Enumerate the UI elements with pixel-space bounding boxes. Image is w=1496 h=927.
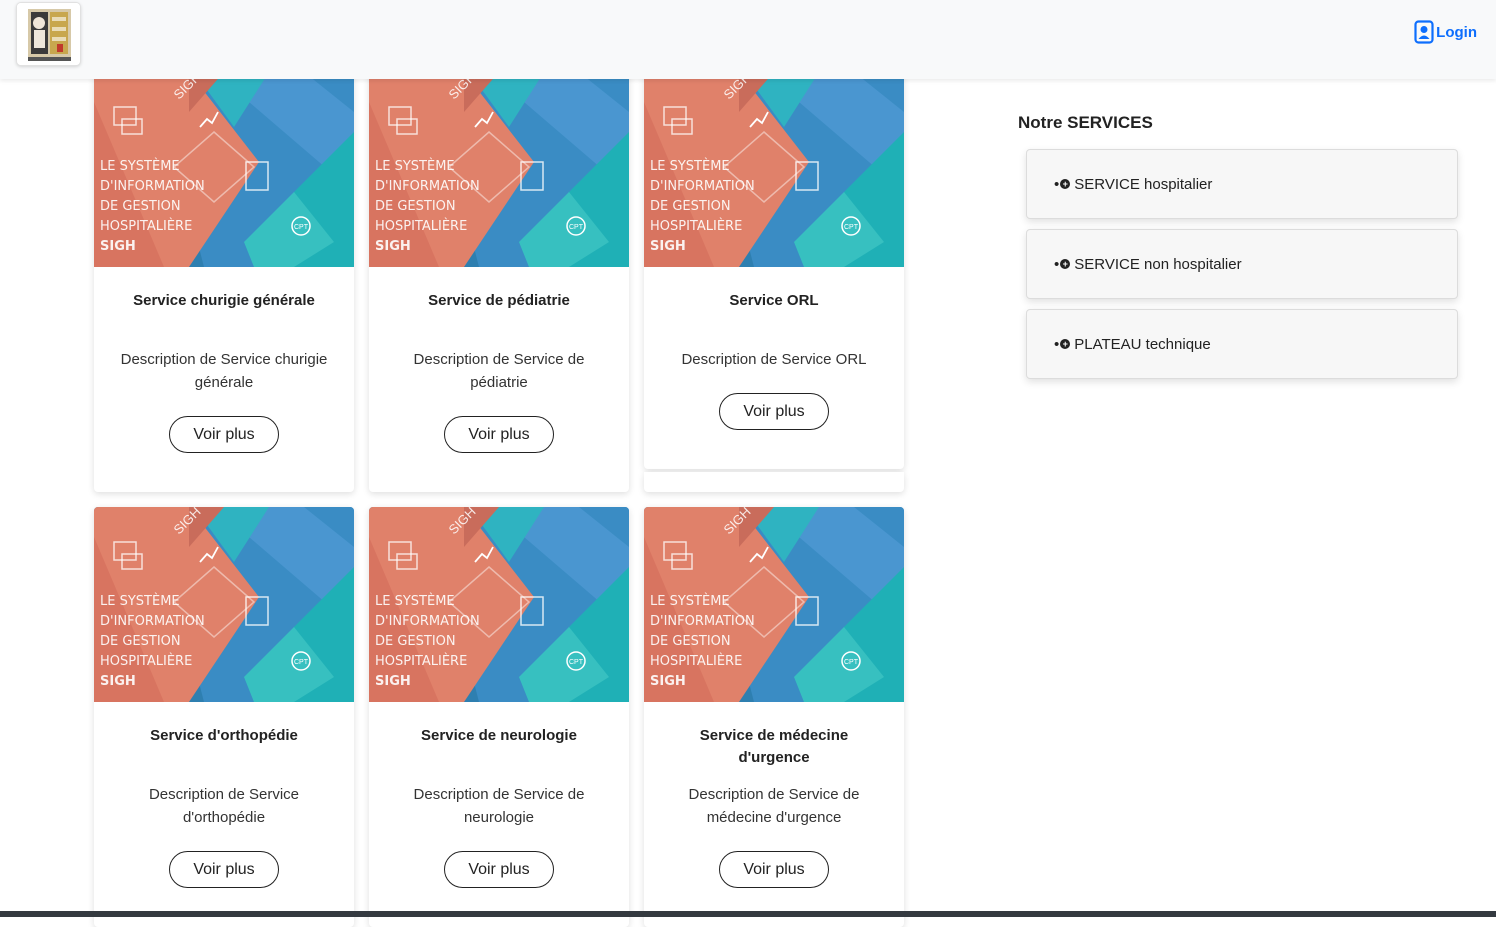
plus-circle-icon: + <box>1060 339 1071 349</box>
card-image: CPT SIGH LE SYSTÈME D'INFORMATION DE GES… <box>94 72 354 267</box>
banner-line-4: HOSPITALIÈRE <box>100 218 192 234</box>
card-title-line-2: d'urgence <box>738 749 810 766</box>
card-description-line-1: Description de Service churigie <box>120 351 328 368</box>
banner-badge: CPT <box>569 224 584 231</box>
sigh-banner-image: CPT SIGH LE SYSTÈME D'INFORMATION DE GES… <box>94 72 354 267</box>
sidebar-item-plateau-technique[interactable]: • + PLATEAU technique <box>1026 309 1458 379</box>
card-image: CPT SIGH LE SYSTÈME D'INFORMATION DE GES… <box>369 507 629 702</box>
sigh-banner-image: CPT SIGH LE SYSTÈME D'INFORMATION DE GES… <box>644 72 904 267</box>
card-title-line-1: Service de médecine <box>699 727 849 744</box>
service-card: CPT SIGH LE SYSTÈME D'INFORMATION DE GES… <box>94 72 354 492</box>
bullet-icon: • <box>1054 255 1060 273</box>
card-description-line-2: générale <box>194 374 254 391</box>
card-description-line-2: neurologie <box>463 809 535 826</box>
bullet-icon: • <box>1054 175 1060 193</box>
banner-line-3: DE GESTION <box>650 634 731 649</box>
sigh-banner-image: CPT SIGH LE SYSTÈME D'INFORMATION DE GES… <box>369 72 629 267</box>
service-card: CPT SIGH LE SYSTÈME D'INFORMATION DE GES… <box>94 507 354 927</box>
banner-line-2: D'INFORMATION <box>375 614 480 629</box>
card-description-line-1: Description de Service de <box>413 351 585 368</box>
card-description-line-1: Description de Service de <box>413 786 585 803</box>
service-card: CPT SIGH LE SYSTÈME D'INFORMATION DE GES… <box>644 507 904 927</box>
banner-line-2: D'INFORMATION <box>100 179 205 194</box>
voir-plus-button[interactable]: Voir plus <box>719 393 829 430</box>
banner-line-5: SIGH <box>650 674 686 689</box>
banner-line-4: HOSPITALIÈRE <box>100 653 192 669</box>
sidebar-item-label: PLATEAU technique <box>1074 335 1211 353</box>
voir-plus-button[interactable]: Voir plus <box>169 851 279 888</box>
card-image: CPT SIGH LE SYSTÈME D'INFORMATION DE GES… <box>94 507 354 702</box>
services-heading: Notre SERVICES <box>1018 113 1153 132</box>
voir-plus-button[interactable]: Voir plus <box>444 851 554 888</box>
card-description-line-1: Description de Service <box>148 786 300 803</box>
banner-line-4: HOSPITALIÈRE <box>375 653 467 669</box>
banner-line-5: SIGH <box>650 239 686 254</box>
service-card: CPT SIGH LE SYSTÈME D'INFORMATION DE GES… <box>644 72 904 469</box>
sidebar-item-service-non-hospitalier[interactable]: • + SERVICE non hospitalier <box>1026 229 1458 299</box>
service-card: CPT SIGH LE SYSTÈME D'INFORMATION DE GES… <box>369 507 629 927</box>
banner-line-4: HOSPITALIÈRE <box>650 218 742 234</box>
banner-line-3: DE GESTION <box>100 199 181 214</box>
banner-line-1: LE SYSTÈME <box>100 158 180 174</box>
plus-circle-icon: + <box>1060 259 1071 269</box>
voir-plus-button[interactable]: Voir plus <box>169 416 279 453</box>
login-label: Login <box>1436 23 1477 41</box>
banner-line-4: HOSPITALIÈRE <box>375 218 467 234</box>
banner-line-3: DE GESTION <box>375 199 456 214</box>
banner-badge: CPT <box>844 224 859 231</box>
plus-circle-icon: + <box>1060 179 1071 189</box>
banner-line-3: DE GESTION <box>650 199 731 214</box>
banner-line-4: HOSPITALIÈRE <box>650 653 742 669</box>
site-logo[interactable] <box>16 2 81 66</box>
banner-line-5: SIGH <box>100 674 136 689</box>
card-title: Service de pédiatrie <box>428 292 570 309</box>
card-description-line-1: Description de Service ORL <box>681 351 867 368</box>
banner-line-3: DE GESTION <box>100 634 181 649</box>
card-description-line-1: Description de Service de <box>688 786 860 803</box>
user-badge-icon <box>1414 20 1434 44</box>
banner-line-1: LE SYSTÈME <box>375 158 455 174</box>
card-title: Service ORL <box>729 292 819 309</box>
card-description-line-2: médecine d'urgence <box>706 809 842 826</box>
banner-line-1: LE SYSTÈME <box>650 593 730 609</box>
card-title: Service churigie générale <box>133 292 315 309</box>
banner-line-3: DE GESTION <box>375 634 456 649</box>
voir-plus-button[interactable]: Voir plus <box>444 416 554 453</box>
service-card: CPT SIGH LE SYSTÈME D'INFORMATION DE GES… <box>369 72 629 492</box>
card-description-line-2: pédiatrie <box>470 374 528 391</box>
banner-line-5: SIGH <box>375 239 411 254</box>
card-image: CPT SIGH LE SYSTÈME D'INFORMATION DE GES… <box>644 507 904 702</box>
card-image: CPT SIGH LE SYSTÈME D'INFORMATION DE GES… <box>369 72 629 267</box>
banner-line-1: LE SYSTÈME <box>100 593 180 609</box>
bullet-icon: • <box>1054 335 1060 353</box>
voir-plus-button[interactable]: Voir plus <box>719 851 829 888</box>
banner-badge: CPT <box>294 659 309 666</box>
bottom-bar <box>0 911 1496 917</box>
banner-line-5: SIGH <box>100 239 136 254</box>
banner-badge: CPT <box>294 224 309 231</box>
card-title: Service d'orthopédie <box>150 727 298 744</box>
sigh-banner-image: CPT SIGH LE SYSTÈME D'INFORMATION DE GES… <box>94 507 354 702</box>
banner-badge: CPT <box>569 659 584 666</box>
card-title: Service de neurologie <box>421 727 577 744</box>
login-link[interactable]: Login <box>1414 20 1477 44</box>
sigh-banner-image: CPT SIGH LE SYSTÈME D'INFORMATION DE GES… <box>369 507 629 702</box>
banner-line-2: D'INFORMATION <box>375 179 480 194</box>
top-navbar: Login <box>0 0 1496 79</box>
logo-image <box>17 3 80 65</box>
card-description-line-2: d'orthopédie <box>182 809 266 826</box>
banner-line-2: D'INFORMATION <box>650 614 755 629</box>
card-image: CPT SIGH LE SYSTÈME D'INFORMATION DE GES… <box>644 72 904 267</box>
banner-line-2: D'INFORMATION <box>100 614 205 629</box>
banner-line-1: LE SYSTÈME <box>375 593 455 609</box>
banner-line-5: SIGH <box>375 674 411 689</box>
banner-badge: CPT <box>844 659 859 666</box>
sigh-banner-image: CPT SIGH LE SYSTÈME D'INFORMATION DE GES… <box>644 507 904 702</box>
banner-line-1: LE SYSTÈME <box>650 158 730 174</box>
banner-line-2: D'INFORMATION <box>650 179 755 194</box>
card-footer-strip <box>644 472 904 492</box>
sidebar-item-label: SERVICE non hospitalier <box>1074 255 1242 273</box>
sidebar-item-service-hospitalier[interactable]: • + SERVICE hospitalier <box>1026 149 1458 219</box>
sidebar-item-label: SERVICE hospitalier <box>1074 175 1213 193</box>
